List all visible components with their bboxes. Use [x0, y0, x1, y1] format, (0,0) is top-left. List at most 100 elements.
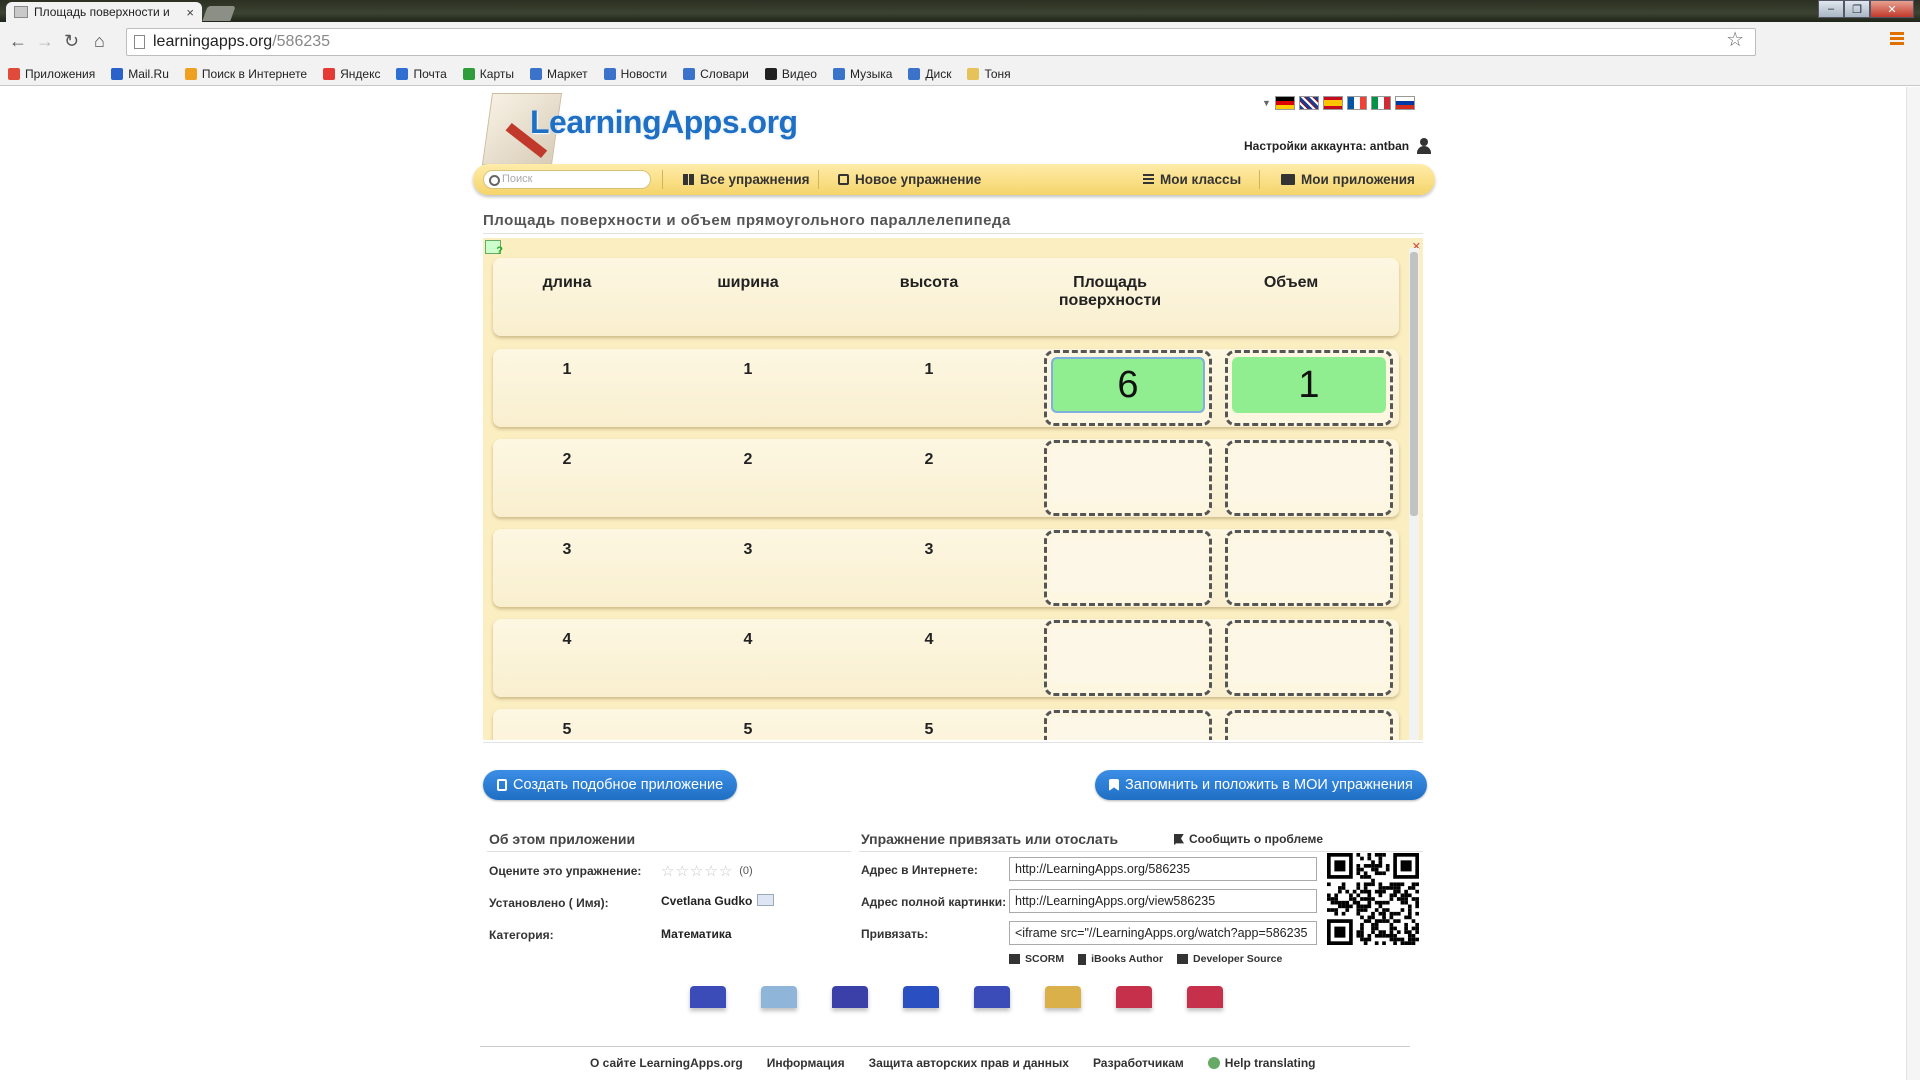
menu-my-apps[interactable]: Мои приложения [1281, 172, 1415, 187]
star-icon[interactable]: ☆ [661, 862, 674, 880]
window-close-icon[interactable]: ✕ [1870, 0, 1914, 18]
drop-slot-volume[interactable]: 1 [1225, 350, 1393, 426]
bookmark-item[interactable]: Музыка [832, 67, 892, 81]
bookmark-item[interactable]: Поиск в Интернете [184, 67, 307, 81]
flag-ru-icon[interactable] [1394, 96, 1415, 110]
exercise-scrollbar[interactable] [1409, 248, 1419, 740]
user-icon[interactable] [1417, 138, 1432, 154]
new-tab-button[interactable] [202, 6, 236, 21]
qr-module [1371, 860, 1375, 865]
mail-icon[interactable] [757, 894, 774, 906]
footer-info-link[interactable]: Информация [767, 1056, 845, 1070]
address-bar[interactable]: learningapps.org/586235 [126, 28, 1756, 56]
bookmark-item[interactable]: Маркет [530, 67, 588, 81]
reload-icon[interactable]: ↻ [64, 31, 79, 52]
save-to-mine-button[interactable]: Запомнить и положить в МОИ упражнения [1095, 770, 1427, 800]
star-icon[interactable]: ☆ [690, 862, 703, 880]
bookmark-item[interactable]: Тоня [967, 67, 1011, 81]
web-address-field[interactable]: http://LearningApps.org/586235 [1009, 857, 1317, 881]
footer-links: О сайте LearningApps.org Информация Защи… [590, 1056, 1339, 1070]
drop-slot-volume[interactable] [1225, 620, 1393, 696]
back-arrow-icon[interactable]: ← [9, 31, 27, 52]
menu-new-exercise[interactable]: Новое упражнение [838, 172, 981, 187]
flag-es-icon[interactable] [1322, 96, 1343, 110]
qr-module [1382, 871, 1386, 876]
qr-module [1411, 933, 1416, 938]
search-input[interactable]: Поиск [483, 170, 651, 189]
drop-slot-area[interactable] [1044, 710, 1212, 740]
bookmark-item[interactable]: Почта [396, 67, 447, 81]
site-logo[interactable]: LearningApps.org [530, 104, 798, 141]
drop-slot-area[interactable]: 6 [1044, 350, 1212, 426]
bookmark-item[interactable]: Новости [603, 67, 667, 81]
answer-card-volume[interactable] [1232, 627, 1386, 683]
myspace-icon[interactable] [974, 986, 1010, 1008]
author-name[interactable]: Cvetlana Gudko [661, 894, 752, 908]
bookmark-star-icon[interactable]: ☆ [1726, 27, 1744, 52]
forward-arrow-icon[interactable]: → [36, 31, 54, 52]
image-address-field[interactable]: http://LearningApps.org/view586235 [1009, 889, 1317, 913]
delicious-icon[interactable] [903, 986, 939, 1008]
drop-slot-volume[interactable] [1225, 710, 1393, 740]
bookmark-item[interactable]: Mail.Ru [111, 67, 169, 81]
footer-about-link[interactable]: О сайте LearningApps.org [590, 1056, 743, 1070]
bookmark-item[interactable]: Словари [683, 67, 749, 81]
drop-slot-area[interactable] [1044, 530, 1212, 606]
star-icon[interactable]: ☆ [719, 862, 732, 880]
answer-card-area[interactable] [1051, 717, 1205, 740]
account-settings[interactable]: Настройки аккаунта: antban [1244, 138, 1432, 154]
drop-slot-volume[interactable] [1225, 440, 1393, 516]
facebook-icon[interactable] [832, 986, 868, 1008]
answer-card-volume[interactable]: 1 [1232, 357, 1386, 413]
flag-de-icon[interactable] [1274, 96, 1295, 110]
scorm-link[interactable]: SCORM [1009, 953, 1064, 965]
answer-card-volume[interactable] [1232, 447, 1386, 503]
flag-fr-icon[interactable] [1346, 96, 1367, 110]
flag-it-icon[interactable] [1370, 96, 1391, 110]
flag-en-icon[interactable] [1298, 96, 1319, 110]
bookmark-item[interactable]: Яндекс [323, 67, 380, 81]
menu-my-classes[interactable]: Мои классы [1143, 172, 1241, 187]
answer-card-area[interactable] [1051, 447, 1205, 503]
language-dropdown-icon[interactable]: ▼ [1262, 98, 1271, 108]
ibooks-link[interactable]: iBooks Author [1078, 953, 1163, 965]
twitter-icon[interactable] [761, 986, 797, 1008]
bookmark-item[interactable]: Карты [462, 67, 514, 81]
rating-stars[interactable]: ☆ ☆ ☆ ☆ ☆ (0) [661, 862, 753, 880]
answer-card-volume[interactable] [1232, 717, 1386, 740]
google-icon[interactable] [1045, 986, 1081, 1008]
column-header-volume: Объем [1263, 274, 1319, 291]
bookmark-item[interactable]: Приложения [8, 67, 95, 81]
answer-card-area[interactable] [1051, 627, 1205, 683]
star-icon[interactable]: ☆ [675, 862, 688, 880]
footer-developers-link[interactable]: Разработчикам [1093, 1056, 1184, 1070]
browser-menu-icon[interactable] [1890, 32, 1904, 47]
create-similar-button[interactable]: Создать подобное приложение [483, 770, 738, 800]
minimize-icon[interactable]: – [1818, 0, 1844, 18]
report-problem-link[interactable]: Сообщить о проблеме [1174, 832, 1323, 846]
answer-card-volume[interactable] [1232, 537, 1386, 593]
footer-copyright-link[interactable]: Защита авторских прав и данных [869, 1056, 1069, 1070]
drop-slot-area[interactable] [1044, 440, 1212, 516]
category-value[interactable]: Математика [661, 927, 732, 941]
star-icon[interactable]: ☆ [704, 862, 717, 880]
restore-icon[interactable]: ❐ [1844, 0, 1870, 18]
pinterest-icon[interactable] [1116, 986, 1152, 1008]
drop-slot-volume[interactable] [1225, 530, 1393, 606]
help-icon[interactable] [485, 240, 503, 257]
browser-tab[interactable]: Площадь поверхности и × [6, 2, 202, 22]
menu-all-exercises[interactable]: Все упражнения [683, 172, 810, 187]
tab-close-icon[interactable]: × [186, 5, 194, 20]
drop-slot-area[interactable] [1044, 620, 1212, 696]
footer-translate-link[interactable]: Help translating [1207, 1056, 1315, 1070]
answer-card-area[interactable]: 6 [1051, 357, 1205, 413]
embed-code-field[interactable]: <iframe src="//LearningApps.org/watch?ap… [1009, 921, 1317, 945]
developer-link[interactable]: Developer Source [1177, 953, 1282, 965]
bookmark-item[interactable]: Видео [764, 67, 817, 81]
page-scrollbar[interactable] [1906, 87, 1920, 1080]
answer-card-area[interactable] [1051, 537, 1205, 593]
googleplus-icon[interactable] [1187, 986, 1223, 1008]
bookmark-item[interactable]: Диск [908, 67, 951, 81]
home-icon[interactable]: ⌂ [94, 31, 105, 52]
email-icon[interactable] [690, 986, 726, 1008]
